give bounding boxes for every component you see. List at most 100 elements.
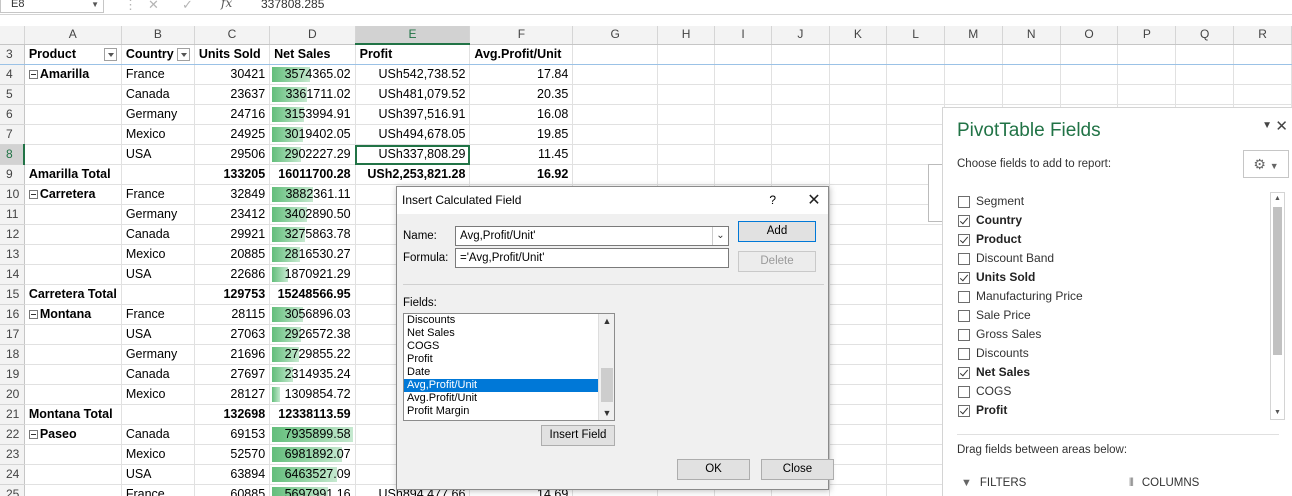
row-header[interactable]: 25 xyxy=(0,484,25,496)
empty-cell[interactable] xyxy=(771,104,830,125)
country-cell[interactable]: Canada xyxy=(121,84,195,105)
empty-cell[interactable] xyxy=(572,144,659,165)
pivot-field-item[interactable]: Product xyxy=(957,230,1273,249)
pivot-header-cell[interactable]: Net Sales xyxy=(269,44,356,65)
units-cell[interactable]: 28115 xyxy=(194,304,271,325)
fields-listbox[interactable]: Discounts Net Sales COGS Profit Date Avg,Prof… xyxy=(403,313,615,421)
avg-profit-cell[interactable]: 16.92 xyxy=(469,164,574,185)
units-cell[interactable]: 20885 xyxy=(194,244,271,265)
units-cell[interactable]: 63894 xyxy=(194,464,271,485)
units-cell[interactable]: 21696 xyxy=(194,344,271,365)
empty-cell[interactable] xyxy=(886,84,945,105)
empty-cell[interactable] xyxy=(829,424,888,445)
empty-cell[interactable] xyxy=(829,124,888,145)
product-cell[interactable] xyxy=(24,484,122,496)
row-header[interactable]: 14 xyxy=(0,264,25,285)
units-cell[interactable]: 28127 xyxy=(194,384,271,405)
checkbox[interactable] xyxy=(958,348,970,360)
pivot-field-item[interactable]: Country xyxy=(957,211,1273,230)
empty-cell[interactable] xyxy=(657,44,716,65)
country-cell[interactable]: USA xyxy=(121,464,195,485)
pivot-header-cell[interactable]: Product xyxy=(24,44,122,65)
field-list-scrollbar[interactable]: ▲ ▼ xyxy=(1270,192,1285,420)
empty-cell[interactable] xyxy=(886,444,945,465)
net-sales-cell[interactable]: 7935899.58 xyxy=(269,424,356,445)
field-list-item[interactable]: Discounts xyxy=(404,314,614,327)
profit-cell[interactable]: USh397,516.91 xyxy=(355,104,471,125)
checkbox[interactable] xyxy=(958,329,970,341)
pivot-field-item[interactable]: Sale Price xyxy=(957,306,1273,325)
empty-cell[interactable] xyxy=(829,204,888,225)
units-cell[interactable]: 133205 xyxy=(194,164,271,185)
fx-icon[interactable]: fx xyxy=(221,0,232,10)
column-header-o[interactable]: O xyxy=(1060,26,1119,45)
product-cell[interactable] xyxy=(24,344,122,365)
net-sales-cell[interactable]: 3574365.02 xyxy=(269,64,356,85)
empty-cell[interactable] xyxy=(944,64,1003,85)
empty-cell[interactable] xyxy=(829,284,888,305)
column-header-f[interactable]: F xyxy=(469,26,574,45)
empty-cell[interactable] xyxy=(1233,84,1292,105)
empty-cell[interactable] xyxy=(886,424,945,445)
field-list-item[interactable]: COGS xyxy=(404,340,614,353)
net-sales-cell[interactable]: 2729855.22 xyxy=(269,344,356,365)
product-cell[interactable]: Montana Total xyxy=(24,404,122,425)
row-header[interactable]: 10 xyxy=(0,184,25,205)
empty-cell[interactable] xyxy=(771,44,830,65)
country-cell[interactable]: France xyxy=(121,64,195,85)
empty-cell[interactable] xyxy=(1117,64,1177,85)
country-cell[interactable]: Canada xyxy=(121,424,195,445)
product-cell[interactable]: Montana xyxy=(24,304,122,325)
avg-profit-cell[interactable]: 20.35 xyxy=(469,84,574,105)
empty-cell[interactable] xyxy=(829,224,888,245)
empty-cell[interactable] xyxy=(886,404,945,425)
empty-cell[interactable] xyxy=(1233,44,1292,65)
pivot-field-item[interactable]: Segment xyxy=(957,192,1273,211)
net-sales-cell[interactable]: 6463527.09 xyxy=(269,464,356,485)
column-header-q[interactable]: Q xyxy=(1175,26,1235,45)
pivot-header-cell[interactable]: Profit xyxy=(355,44,471,65)
net-sales-cell[interactable]: 5697991.16 xyxy=(269,484,356,496)
avg-profit-cell[interactable]: 16.08 xyxy=(469,104,574,125)
delete-button[interactable]: Delete xyxy=(738,251,816,272)
net-sales-cell[interactable]: 3882361.11 xyxy=(269,184,356,205)
close-button[interactable]: Close xyxy=(761,459,834,480)
profit-cell[interactable]: USh2,253,821.28 xyxy=(355,164,471,185)
checkbox[interactable] xyxy=(958,272,970,284)
empty-cell[interactable] xyxy=(771,84,830,105)
empty-cell[interactable] xyxy=(886,124,945,145)
country-cell[interactable]: France xyxy=(121,184,195,205)
net-sales-cell[interactable]: 12338113.59 xyxy=(269,404,356,425)
sort-filter-dropdown-icon[interactable] xyxy=(176,47,190,61)
empty-cell[interactable] xyxy=(829,384,888,405)
row-header[interactable]: 23 xyxy=(0,444,25,465)
row-header[interactable]: 17 xyxy=(0,324,25,345)
empty-cell[interactable] xyxy=(829,324,888,345)
empty-cell[interactable] xyxy=(944,44,1003,65)
empty-cell[interactable] xyxy=(771,124,830,145)
country-cell[interactable]: Mexico xyxy=(121,444,195,465)
row-header[interactable]: 3 xyxy=(0,44,25,65)
column-header-a[interactable]: A xyxy=(24,26,122,45)
checkbox[interactable] xyxy=(958,310,970,322)
net-sales-cell[interactable]: 2926572.38 xyxy=(269,324,356,345)
empty-cell[interactable] xyxy=(572,44,659,65)
product-cell[interactable]: Paseo xyxy=(24,424,122,445)
empty-cell[interactable] xyxy=(886,264,945,285)
enter-icon[interactable]: ✓ xyxy=(182,0,193,13)
collapse-icon[interactable] xyxy=(28,70,38,80)
empty-cell[interactable] xyxy=(1002,44,1061,65)
empty-cell[interactable] xyxy=(829,364,888,385)
country-cell[interactable]: Mexico xyxy=(121,244,195,265)
product-cell[interactable] xyxy=(24,144,122,165)
country-cell[interactable]: Canada xyxy=(121,364,195,385)
pivot-header-cell[interactable]: Country xyxy=(121,44,195,65)
empty-cell[interactable] xyxy=(572,124,659,145)
empty-cell[interactable] xyxy=(886,224,945,245)
product-cell[interactable] xyxy=(24,264,122,285)
formula-field[interactable]: ='Avg,Profit/Unit' xyxy=(455,248,729,268)
row-header[interactable]: 18 xyxy=(0,344,25,365)
pivot-field-item[interactable]: Profit xyxy=(957,401,1273,420)
empty-cell[interactable] xyxy=(1060,84,1119,105)
scroll-thumb[interactable] xyxy=(601,368,613,402)
